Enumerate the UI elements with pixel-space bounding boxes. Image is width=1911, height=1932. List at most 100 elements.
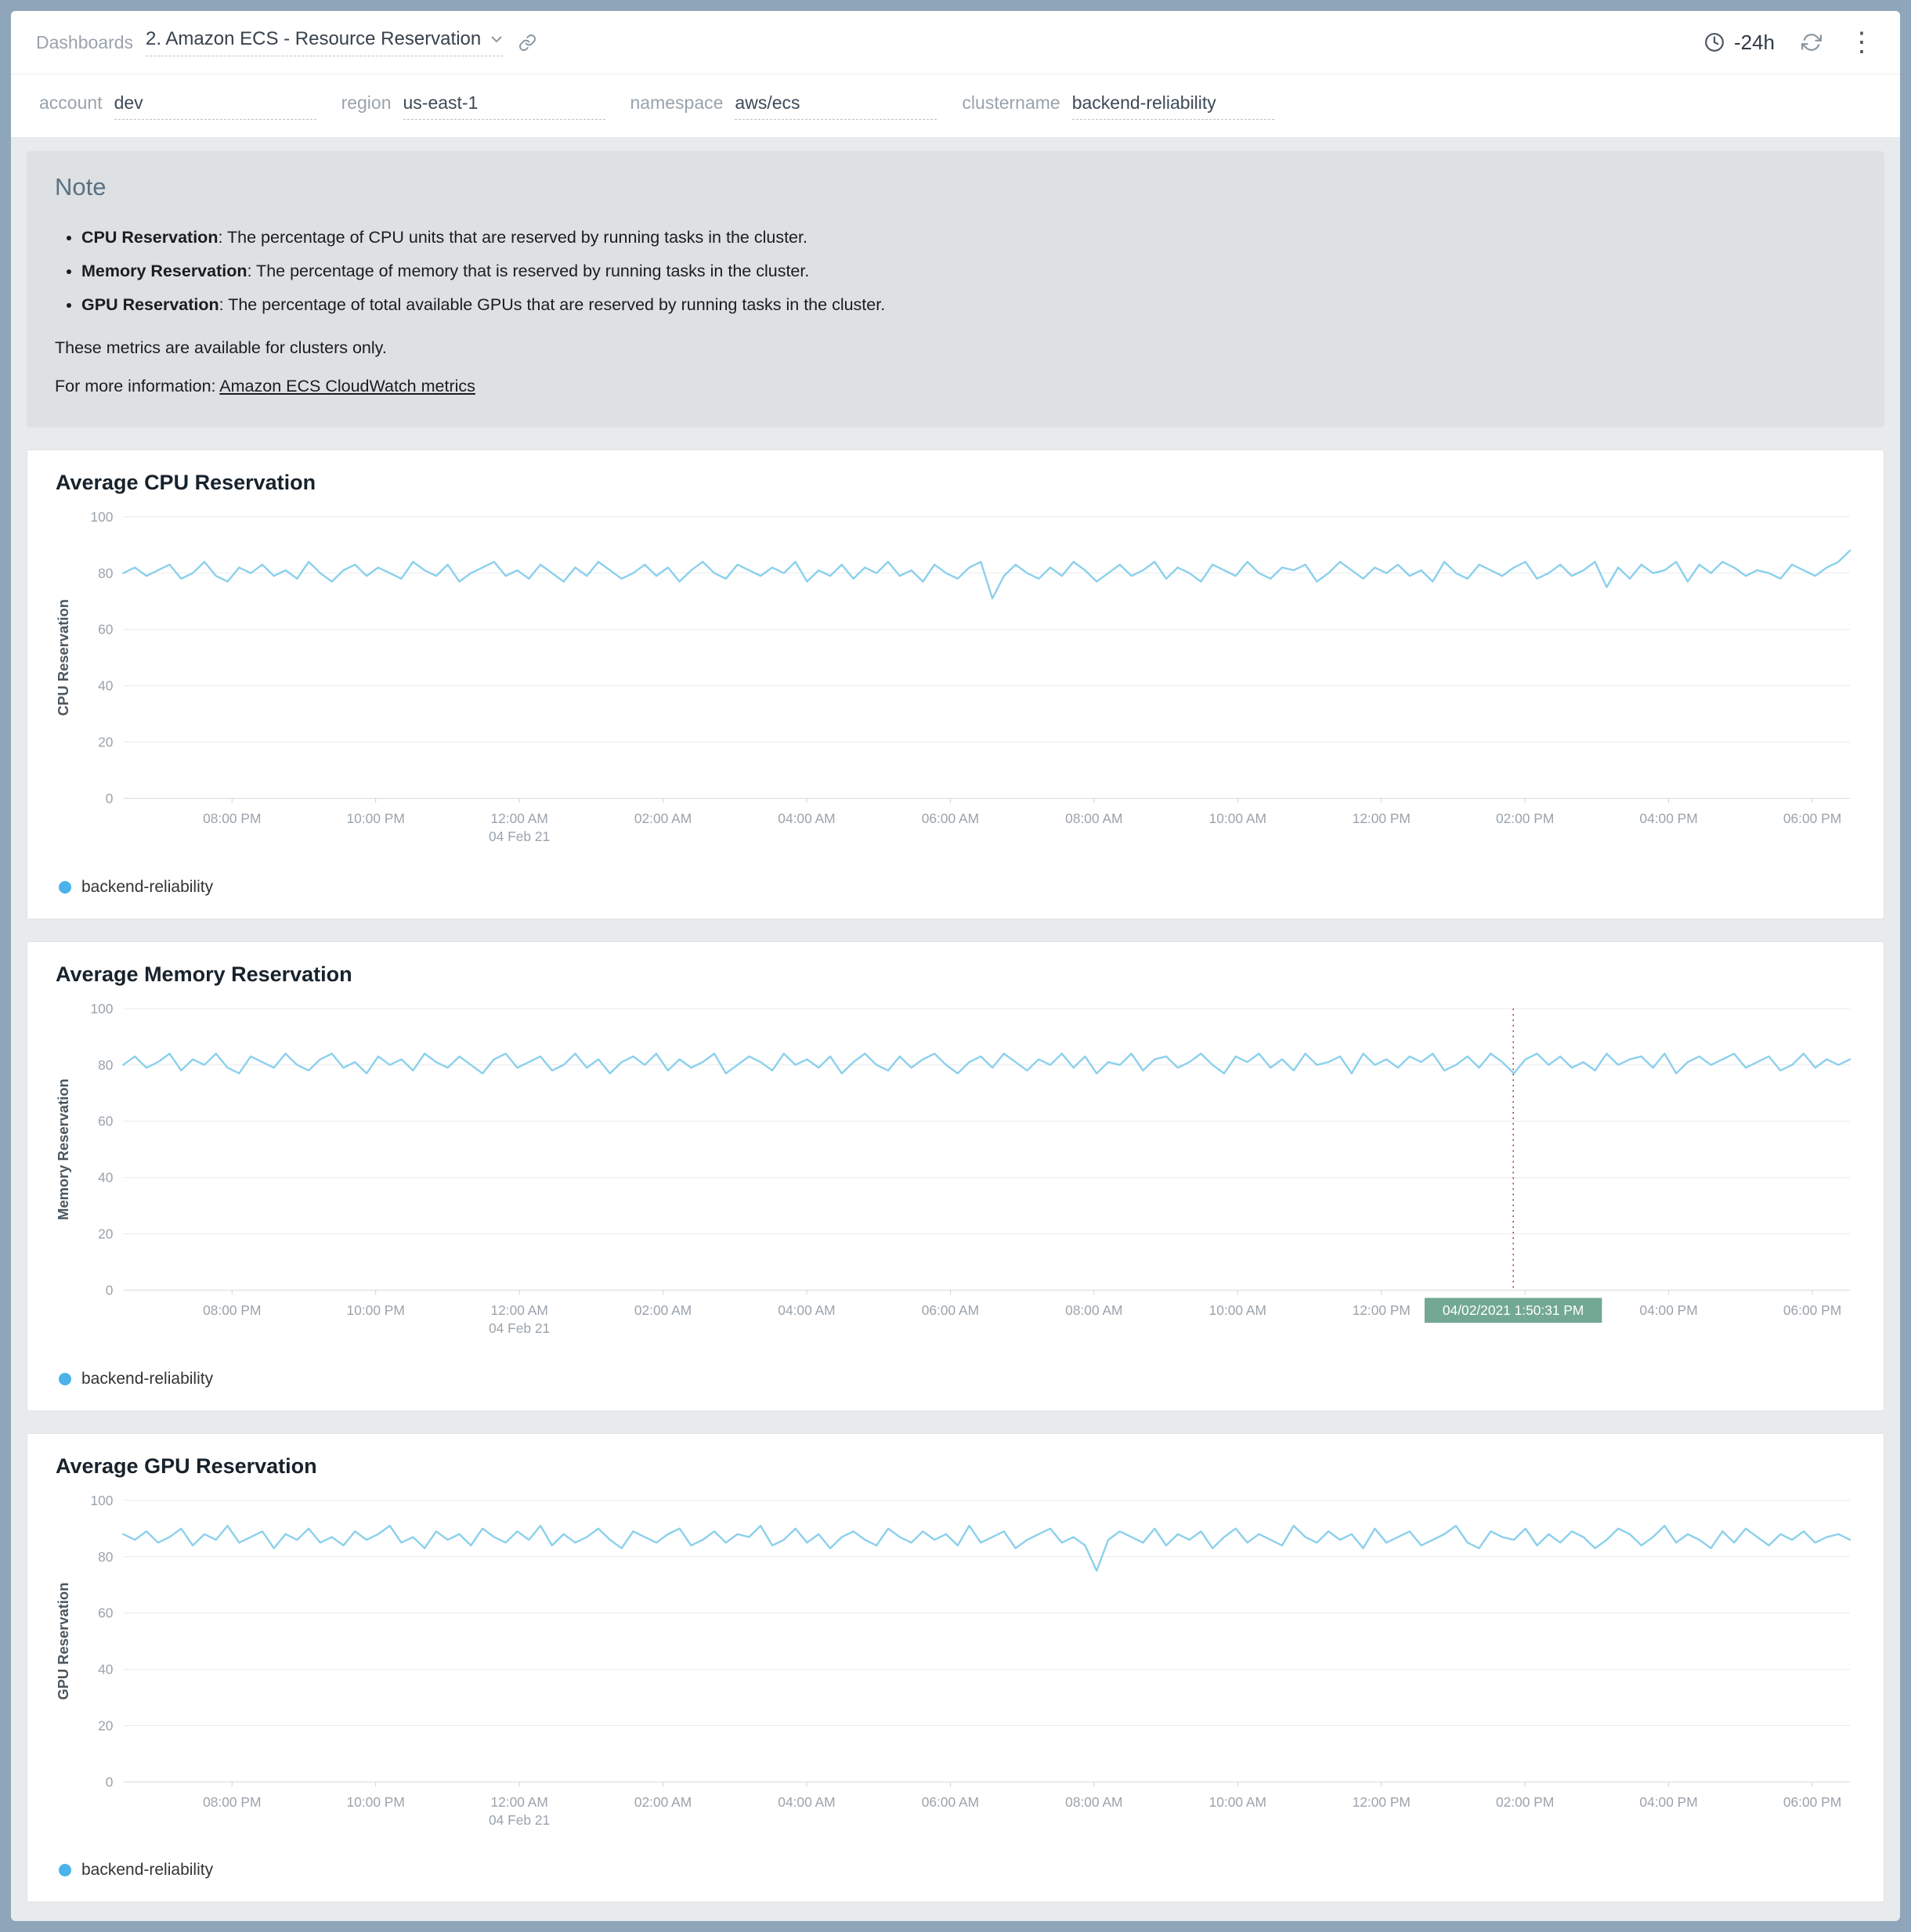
- svg-text:08:00 PM: 08:00 PM: [203, 1302, 261, 1318]
- filter-account: account dev: [39, 92, 316, 120]
- svg-text:08:00 AM: 08:00 AM: [1065, 811, 1122, 826]
- legend-dot-icon: [59, 881, 71, 894]
- svg-text:80: 80: [98, 1057, 113, 1073]
- cpu-chart-panel: Average CPU Reservation 02040608010008:0…: [27, 450, 1884, 919]
- filter-namespace: namespace aws/ecs: [630, 92, 937, 120]
- chevron-down-icon: [490, 35, 503, 43]
- note-panel: Note CPU Reservation: The percentage of …: [27, 151, 1884, 428]
- svg-text:20: 20: [98, 1717, 113, 1733]
- legend-item[interactable]: backend-reliability: [49, 1362, 213, 1398]
- header-actions: -24h ⋮: [1704, 29, 1875, 56]
- svg-text:100: 100: [90, 509, 113, 525]
- svg-text:12:00 PM: 12:00 PM: [1353, 1302, 1411, 1318]
- svg-text:10:00 AM: 10:00 AM: [1209, 811, 1266, 826]
- filter-value-input[interactable]: dev: [114, 92, 316, 120]
- dashboard-frame: Dashboards 2. Amazon ECS - Resource Rese…: [11, 11, 1900, 1921]
- svg-text:04:00 PM: 04:00 PM: [1639, 1302, 1697, 1318]
- legend-dot-icon: [59, 1864, 71, 1876]
- filter-label: region: [341, 92, 392, 114]
- svg-text:04 Feb 21: 04 Feb 21: [489, 1812, 550, 1828]
- svg-text:04:00 AM: 04:00 AM: [778, 811, 835, 826]
- svg-text:40: 40: [98, 1661, 113, 1677]
- svg-text:04 Feb 21: 04 Feb 21: [489, 829, 550, 844]
- chart-title: Average GPU Reservation: [56, 1454, 1862, 1479]
- svg-text:06:00 PM: 06:00 PM: [1783, 1302, 1841, 1318]
- svg-text:06:00 AM: 06:00 AM: [922, 1302, 979, 1318]
- filter-bar: account dev region us-east-1 namespace a…: [11, 74, 1900, 137]
- svg-text:08:00 PM: 08:00 PM: [203, 1794, 261, 1810]
- time-range-control[interactable]: -24h: [1704, 31, 1775, 55]
- svg-text:10:00 AM: 10:00 AM: [1209, 1794, 1266, 1810]
- kebab-menu-icon: ⋮: [1848, 29, 1875, 56]
- svg-text:06:00 AM: 06:00 AM: [922, 1794, 979, 1810]
- svg-text:12:00 PM: 12:00 PM: [1353, 1794, 1411, 1810]
- svg-text:08:00 AM: 08:00 AM: [1065, 1794, 1122, 1810]
- svg-text:0: 0: [106, 1774, 114, 1789]
- legend-label: backend-reliability: [81, 1861, 213, 1880]
- svg-text:02:00 AM: 02:00 AM: [634, 1794, 692, 1810]
- legend-label: backend-reliability: [81, 1370, 213, 1389]
- note-item-memory: Memory Reservation: The percentage of me…: [81, 262, 1856, 281]
- svg-text:02:00 PM: 02:00 PM: [1496, 1794, 1554, 1810]
- svg-text:0: 0: [106, 790, 114, 806]
- svg-text:04:00 AM: 04:00 AM: [778, 1794, 835, 1810]
- svg-text:08:00 PM: 08:00 PM: [203, 811, 261, 826]
- svg-text:12:00 PM: 12:00 PM: [1353, 811, 1411, 826]
- svg-text:04/02/2021 1:50:31 PM: 04/02/2021 1:50:31 PM: [1443, 1302, 1584, 1318]
- svg-text:40: 40: [98, 1169, 113, 1185]
- memory-chart-panel: Average Memory Reservation 0204060801000…: [27, 941, 1884, 1411]
- link-icon: [518, 34, 536, 52]
- svg-text:04:00 PM: 04:00 PM: [1639, 1794, 1697, 1810]
- svg-text:100: 100: [90, 1001, 113, 1017]
- filter-label: account: [39, 92, 103, 114]
- svg-text:GPU Reservation: GPU Reservation: [55, 1582, 71, 1699]
- note-term: Memory Reservation: [81, 262, 247, 280]
- filter-clustername: clustername backend-reliability: [962, 92, 1273, 120]
- svg-text:20: 20: [98, 1226, 113, 1241]
- app-header: Dashboards 2. Amazon ECS - Resource Rese…: [11, 11, 1900, 74]
- filter-value-input[interactable]: backend-reliability: [1072, 92, 1274, 120]
- share-link-button[interactable]: [518, 34, 536, 52]
- dashboard-title-dropdown[interactable]: 2. Amazon ECS - Resource Reservation: [146, 28, 503, 56]
- chart-title: Average CPU Reservation: [56, 471, 1862, 495]
- svg-text:02:00 AM: 02:00 AM: [634, 1302, 692, 1318]
- filter-label: clustername: [962, 92, 1060, 114]
- note-text: : The percentage of memory that is reser…: [247, 262, 810, 280]
- refresh-button[interactable]: [1801, 32, 1822, 52]
- gpu-chart-panel: Average GPU Reservation 02040608010008:0…: [27, 1433, 1884, 1903]
- note-list: CPU Reservation: The percentage of CPU u…: [55, 228, 1856, 315]
- note-term: GPU Reservation: [81, 295, 219, 314]
- note-item-gpu: GPU Reservation: The percentage of total…: [81, 295, 1856, 315]
- memory-line-chart[interactable]: 02040608010008:00 PM10:00 PM12:00 AM04 F…: [49, 996, 1862, 1362]
- kebab-menu-button[interactable]: ⋮: [1848, 29, 1875, 56]
- svg-text:10:00 PM: 10:00 PM: [347, 811, 405, 826]
- clock-icon: [1704, 32, 1725, 52]
- svg-text:02:00 AM: 02:00 AM: [634, 811, 692, 826]
- note-term: CPU Reservation: [81, 228, 218, 247]
- svg-text:10:00 PM: 10:00 PM: [347, 1302, 405, 1318]
- gpu-line-chart[interactable]: 02040608010008:00 PM10:00 PM12:00 AM04 F…: [49, 1488, 1862, 1854]
- filter-value-input[interactable]: us-east-1: [403, 92, 605, 120]
- svg-text:40: 40: [98, 678, 113, 694]
- svg-text:0: 0: [106, 1282, 114, 1298]
- cloudwatch-metrics-link[interactable]: Amazon ECS CloudWatch metrics: [219, 377, 475, 395]
- note-title: Note: [55, 173, 1856, 201]
- legend-item[interactable]: backend-reliability: [49, 870, 213, 906]
- note-footnote: These metrics are available for clusters…: [55, 338, 1856, 358]
- svg-text:04:00 AM: 04:00 AM: [778, 1302, 835, 1318]
- breadcrumb[interactable]: Dashboards: [36, 32, 133, 53]
- legend-item[interactable]: backend-reliability: [49, 1853, 213, 1889]
- filter-label: namespace: [630, 92, 724, 114]
- refresh-icon: [1801, 32, 1822, 52]
- svg-text:12:00 AM: 12:00 AM: [490, 1794, 547, 1810]
- svg-text:Memory Reservation: Memory Reservation: [55, 1078, 71, 1220]
- filter-value-input[interactable]: aws/ecs: [735, 92, 937, 120]
- svg-text:12:00 AM: 12:00 AM: [490, 1302, 547, 1318]
- svg-text:02:00 PM: 02:00 PM: [1496, 811, 1554, 826]
- chart-title: Average Memory Reservation: [56, 962, 1862, 987]
- note-more-prefix: For more information:: [55, 377, 219, 395]
- svg-text:06:00 PM: 06:00 PM: [1783, 1794, 1841, 1810]
- cpu-line-chart[interactable]: 02040608010008:00 PM10:00 PM12:00 AM04 F…: [49, 504, 1862, 870]
- note-text: : The percentage of total available GPUs…: [219, 295, 886, 314]
- svg-text:CPU Reservation: CPU Reservation: [55, 599, 71, 716]
